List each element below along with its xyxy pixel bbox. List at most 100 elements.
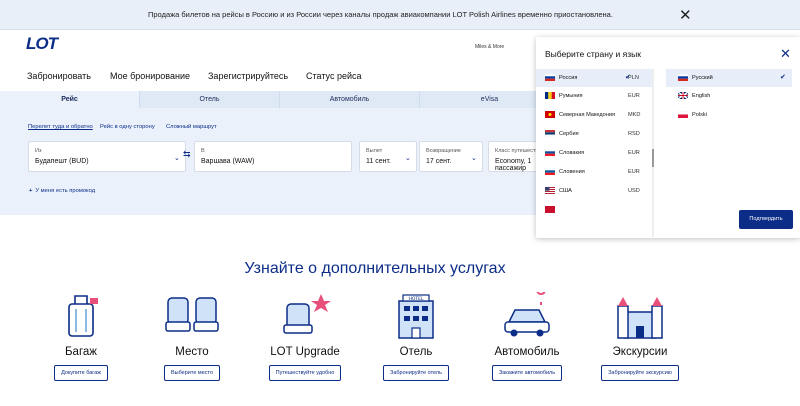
tab-hotel[interactable]: Отель [140,91,280,108]
trip-multi[interactable]: Сложный маршрут [166,124,217,130]
country-list: Россия ✔ PLN Румыния EUR Северная Македо… [536,69,652,241]
hotel-button[interactable]: Забронируйте отель [383,365,449,381]
services-title: Узнайте о дополнительных услугах [244,260,506,277]
country-name: США [559,188,572,194]
flag-romania-icon [545,92,555,99]
svg-text:HOTEL: HOTEL [408,296,424,302]
promo-link[interactable]: + У меня есть промокод [29,188,95,194]
service-upgrade: LOT Upgrade Путешествуйте удобно [250,292,360,381]
flag-icon [545,206,555,213]
service-car: Автомобиль Закажите автомобиль [472,292,582,381]
excursion-button[interactable]: Забронируйте экскурсию [601,365,679,381]
language-item-polish[interactable]: Polski [666,106,792,124]
flag-usa-icon [545,187,555,194]
service-title: Экскурсии [612,346,668,358]
flag-north-macedonia-icon [545,111,555,118]
language-name: Русский [692,75,713,81]
hotel-icon: HOTEL [398,294,434,339]
currency: EUR [628,150,640,156]
country-language-dropdown: Выберите страну и язык ✕ Россия ✔ PLN Ру… [536,37,800,238]
promo-label: У меня есть промокод [35,188,96,194]
country-item-partial[interactable] [536,201,652,219]
country-item-north-macedonia[interactable]: Северная Македония MKD [536,106,652,124]
dropdown-title: Выберите страну и язык [545,49,641,59]
castle-icon [617,297,663,339]
country-name: Словакия [559,150,585,156]
from-label: Из [35,148,42,154]
from-value: Будапешт (BUD) [35,158,89,165]
plus-icon: + [29,188,33,194]
service-title: Багаж [65,346,97,358]
seat-button[interactable]: Выберите место [163,365,221,381]
upgrade-seat-icon [283,294,331,334]
close-icon[interactable]: ✕ [780,46,791,62]
chevron-down-icon: ⌄ [405,155,411,162]
flag-uk-icon [678,92,688,99]
country-name: Румыния [559,93,583,99]
from-field[interactable]: Из Будапешт (BUD) ⌄ [28,141,186,172]
depart-label: Вылет [366,148,383,154]
seat-icon [165,297,219,332]
service-title: Автомобиль [494,346,560,358]
trip-oneway[interactable]: Рейс в одну сторону [100,124,155,130]
flag-russia-icon [678,74,688,81]
country-list-scrollbar[interactable] [652,69,654,237]
car-button[interactable]: Закажите автомобиль [491,365,563,381]
swap-icon[interactable]: ⇆ [183,149,191,160]
country-name: Северная Македония [559,112,616,118]
upgrade-button[interactable]: Путешествуйте удобно [268,365,342,381]
currency: PLN [628,75,639,81]
baggage-button[interactable]: Докупите багаж [54,365,108,381]
lot-logo[interactable]: LOT [26,34,58,54]
tab-car[interactable]: Автомобиль [280,91,420,108]
country-name: Россия [559,75,578,81]
country-name: Сербия [559,131,579,137]
depart-field[interactable]: Вылет 11 сент. ⌄ [359,141,417,172]
language-name: English [692,93,711,99]
currency: EUR [628,169,640,175]
flag-poland-icon [678,111,688,118]
currency: RSD [628,131,640,137]
return-field[interactable]: Возвращение 17 сент. ⌄ [419,141,483,172]
booking-tabs: Рейс Отель Автомобиль eVisa [0,91,560,108]
language-item-russian[interactable]: Русский ✔ [666,69,792,87]
country-item-slovakia[interactable]: Словакия EUR [536,144,652,162]
scrollbar-thumb[interactable] [652,149,654,167]
to-field[interactable]: В Варшава (WAW) [194,141,352,172]
country-item-slovenia[interactable]: Словения EUR [536,163,652,181]
miles-more-link[interactable]: Miles & More [475,44,504,50]
return-value: 17 сент. [426,158,452,165]
country-item-usa[interactable]: США USD [536,182,652,200]
chevron-down-icon: ⌄ [471,155,477,162]
country-item-romania[interactable]: Румыния EUR [536,87,652,105]
notice-text: Продажа билетов на рейсы в Россию и из Р… [148,10,613,19]
service-excursions: Экскурсии Забронируйте экскурсию [585,292,695,381]
trip-round[interactable]: Перелет туда и обратно [28,124,93,130]
service-hotel: HOTEL Отель Забронируйте отель [361,292,471,381]
nav-book[interactable]: Забронировать [27,71,91,81]
close-icon[interactable]: ✕ [679,6,692,24]
service-baggage: Багаж Докупите багаж [26,292,136,381]
country-item-serbia[interactable]: Сербия RSD [536,125,652,143]
confirm-button[interactable]: Подтвердить [739,210,793,229]
nav-flight-status[interactable]: Статус рейса [306,71,362,81]
nav-my-booking[interactable]: Мое бронирование [110,71,190,81]
chevron-down-icon: ⌄ [174,155,180,162]
nav-check-in[interactable]: Зарегистрируйтесь [208,71,288,81]
return-label: Возвращение [426,148,461,154]
service-title: Место [175,346,209,358]
car-icon [504,292,550,337]
currency: EUR [628,93,640,99]
tab-flight[interactable]: Рейс [0,91,140,108]
depart-value: 11 сент. [366,158,391,165]
service-title: LOT Upgrade [270,346,340,358]
baggage-icon [68,295,98,337]
language-name: Polski [692,112,707,118]
notice-bar: Продажа билетов на рейсы в Россию и из Р… [0,0,800,30]
service-title: Отель [399,346,433,358]
country-item-russia[interactable]: Россия ✔ PLN [536,69,652,87]
check-icon: ✔ [780,74,786,81]
language-item-english[interactable]: English [666,87,792,105]
flag-slovakia-icon [545,149,555,156]
flag-russia-icon [545,74,555,81]
